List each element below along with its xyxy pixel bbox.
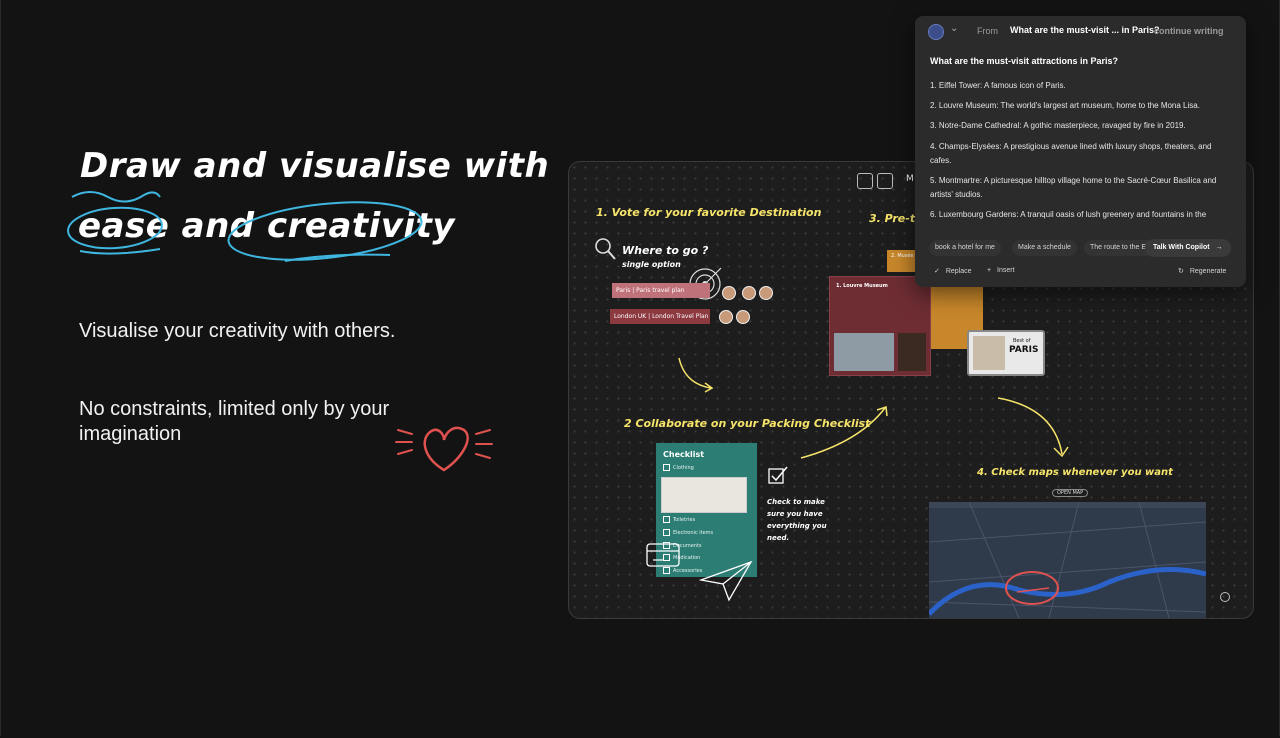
- arrow-up-icon: [800, 405, 888, 459]
- answer-item: 2. Louvre Museum: The world's largest ar…: [930, 101, 1200, 110]
- hero-title-line1: Draw and visualise with: [80, 146, 550, 186]
- map-preview[interactable]: [929, 502, 1206, 618]
- where-to-go-label: Where to go ?: [622, 244, 709, 257]
- section1-title: 1. Vote for your favorite Destination: [596, 206, 822, 219]
- comment-icon[interactable]: [1219, 591, 1231, 603]
- insert-label: Insert: [997, 267, 1015, 274]
- avatar: [742, 286, 756, 300]
- hero-paragraph-1: Visualise your creativity with others.: [79, 320, 396, 342]
- refresh-icon: ↻: [1178, 268, 1184, 275]
- single-option-label: single option: [622, 260, 681, 269]
- checklist-title: Checklist: [663, 450, 705, 459]
- answer-item: 3. Notre-Dame Cathedral: A gothic master…: [930, 121, 1186, 130]
- magnifier-icon: [595, 238, 616, 260]
- section4-title: 4. Check maps whenever you want: [977, 467, 1173, 478]
- talk-label: Talk With Copilot: [1153, 244, 1210, 251]
- user-avatar[interactable]: [928, 24, 944, 40]
- person-photo: [973, 336, 1005, 370]
- answer-heading: What are the must-visit attractions in P…: [930, 56, 1119, 66]
- plus-icon: +: [987, 267, 992, 274]
- vote-option-paris[interactable]: Paris | Paris travel plan: [612, 283, 710, 298]
- continue-writing-button[interactable]: continue writing: [1154, 26, 1224, 36]
- hero-title-line2: ease and creativity: [78, 206, 455, 246]
- checklist-item[interactable]: Clothing: [663, 464, 694, 471]
- check-note: Check to make sure you have everything y…: [767, 498, 827, 542]
- suggestion-chip[interactable]: book a hotel for me: [929, 240, 1001, 256]
- louvre-image: [834, 333, 894, 371]
- clothing-image: [661, 477, 747, 513]
- replace-button[interactable]: ✓ Replace: [934, 267, 972, 275]
- avatar: [736, 310, 750, 324]
- answer-item: 4. Champs-Elysées: A prestigious avenue …: [930, 142, 1212, 165]
- replace-label: Replace: [945, 268, 972, 275]
- avatar: [719, 310, 733, 324]
- card-doodle-icon: [646, 543, 680, 567]
- board-list-icon[interactable]: [857, 173, 873, 189]
- best-of-paris-card[interactable]: Best of PARIS: [967, 330, 1045, 376]
- vote-option-london[interactable]: London UK | London Travel Plan: [610, 309, 710, 324]
- answer-item: 6. Luxembourg Gardens: A tranquil oasis …: [930, 210, 1207, 219]
- avatar: [722, 286, 736, 300]
- from-label: From: [977, 26, 998, 36]
- map-streets-icon: [929, 502, 1206, 618]
- hero-word-creativity: creativity: [267, 206, 456, 246]
- board-toolbar-text: M: [906, 174, 914, 184]
- answer-item: 5. Montmartre: A picturesque hilltop vil…: [930, 176, 1217, 199]
- source-question[interactable]: What are the must-visit ... in Paris?: [1010, 25, 1160, 35]
- chevron-down-icon[interactable]: ⌄: [950, 23, 958, 34]
- arrow-right-icon: →: [1215, 244, 1223, 251]
- copilot-panel: ⌄ From What are the must-visit ... in Pa…: [915, 16, 1246, 287]
- louvre-title: 1. Louvre Museum: [836, 283, 888, 289]
- paris-label: PARIS: [1009, 345, 1039, 355]
- hero-word-ease: ease: [78, 206, 170, 246]
- checkbox-doodle-icon: [768, 466, 788, 484]
- answer-item: 1. Eiffel Tower: A famous icon of Paris.: [930, 81, 1066, 90]
- regenerate-button[interactable]: ↻ Regenerate: [1178, 267, 1226, 275]
- louvre-card[interactable]: 1. Louvre Museum: [829, 276, 931, 376]
- arrow-curve-icon: [997, 397, 1069, 458]
- regenerate-label: Regenerate: [1189, 268, 1227, 275]
- paper-plane-icon: [699, 560, 753, 602]
- insert-button[interactable]: + Insert: [987, 267, 1015, 274]
- musee-title: 2. Musée: [891, 253, 914, 259]
- suggestion-chip[interactable]: The route to the E: [1084, 240, 1154, 256]
- avatar: [759, 286, 773, 300]
- hero-paragraph-2: No constraints, limited only by your ima…: [79, 398, 390, 445]
- checklist-item[interactable]: Toiletries: [663, 516, 695, 523]
- best-of-label: Best of: [1013, 338, 1031, 344]
- checklist-item[interactable]: Electronic items: [663, 529, 713, 536]
- heart-doodle-icon: [395, 426, 493, 472]
- suggestion-chip[interactable]: Make a schedule: [1012, 240, 1077, 256]
- arrow-down-icon: [678, 357, 714, 393]
- board-share-icon[interactable]: [877, 173, 893, 189]
- open-map-button[interactable]: OPEN MAP: [1052, 489, 1089, 497]
- hero-word-and: and: [181, 206, 255, 246]
- talk-with-copilot-button[interactable]: Talk With Copilot →: [1145, 239, 1231, 257]
- mona-lisa-image: [898, 333, 926, 371]
- check-icon: ✓: [934, 268, 940, 275]
